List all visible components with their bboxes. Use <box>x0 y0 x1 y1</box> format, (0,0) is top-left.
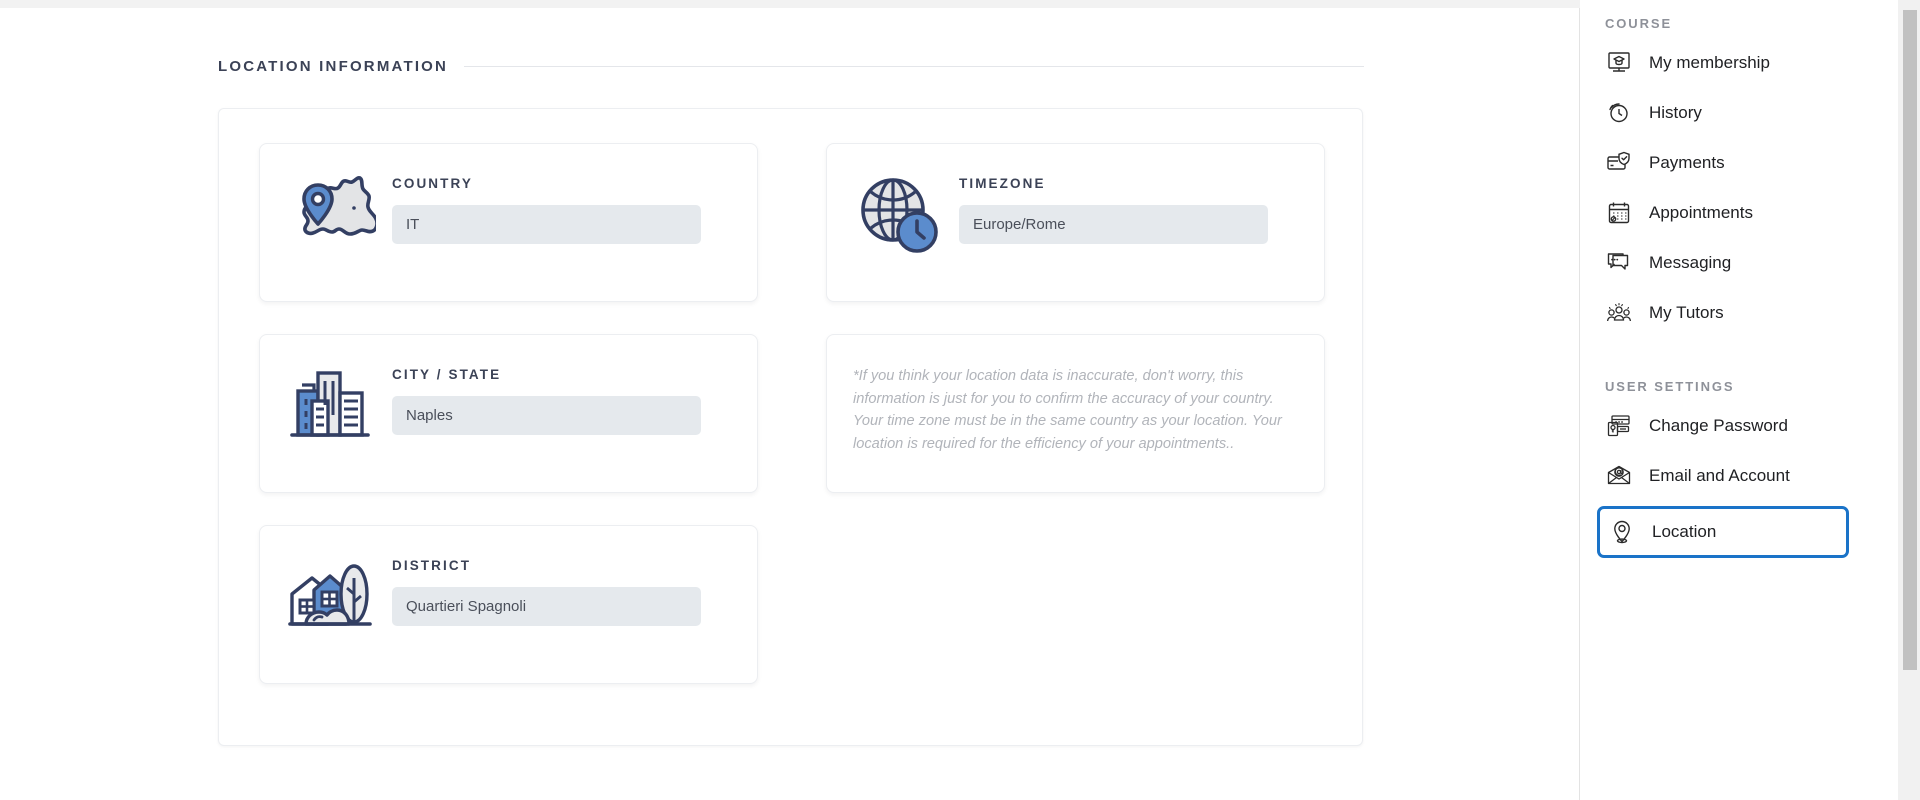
chat-bubble-icon <box>1605 249 1633 277</box>
sidebar-item-label: Messaging <box>1649 253 1732 272</box>
map-pin-country-icon <box>278 162 382 266</box>
city-state-field: CITY / STATE Naples <box>382 353 735 435</box>
timezone-input[interactable]: Europe/Rome <box>959 205 1268 244</box>
sidebar-item-label: History <box>1649 103 1702 122</box>
country-input[interactable]: IT <box>392 205 701 244</box>
location-information-panel: COUNTRY IT TIMEZONE Europe/Rome CITY / S… <box>218 108 1363 746</box>
sidebar-item-label: My Tutors <box>1649 303 1724 322</box>
sidebar-group-title-course: COURSE <box>1605 16 1673 31</box>
sidebar-group-title-user-settings: USER SETTINGS <box>1605 379 1735 394</box>
monitor-graduation-icon <box>1605 49 1633 77</box>
people-group-icon <box>1605 299 1633 327</box>
sidebar-item-my-tutors[interactable]: My Tutors <box>1601 293 1889 333</box>
timezone-field: TIMEZONE Europe/Rome <box>949 162 1302 244</box>
clock-history-icon <box>1605 99 1633 127</box>
timezone-card: TIMEZONE Europe/Rome <box>826 143 1325 302</box>
sidebar-item-label: Location <box>1652 522 1717 541</box>
house-tree-district-icon <box>278 544 382 648</box>
envelope-at-icon <box>1605 462 1633 490</box>
globe-clock-timezone-icon <box>845 162 949 266</box>
sidebar-item-my-membership[interactable]: My membership <box>1601 43 1889 83</box>
page-scrollbar-thumb[interactable] <box>1903 10 1917 670</box>
district-card: DISTRICT Quartieri Spagnoli <box>259 525 758 684</box>
city-state-label: CITY / STATE <box>392 367 502 382</box>
location-cards-grid: COUNTRY IT TIMEZONE Europe/Rome CITY / S… <box>259 143 1325 684</box>
city-buildings-icon <box>278 353 382 457</box>
card-shield-check-icon <box>1605 149 1633 177</box>
district-field: DISTRICT Quartieri Spagnoli <box>382 544 735 626</box>
section-divider <box>464 66 1364 67</box>
location-settings-page: LOCATION INFORMATION COUNTRY IT TIMEZONE… <box>0 0 1920 800</box>
top-strip <box>0 0 1580 8</box>
district-input[interactable]: Quartieri Spagnoli <box>392 587 701 626</box>
country-card: COUNTRY IT <box>259 143 758 302</box>
sidebar-item-label: Change Password <box>1649 416 1788 435</box>
country-label: COUNTRY <box>392 176 473 191</box>
sidebar-item-location[interactable]: Location <box>1597 506 1849 558</box>
note-text: *If you think your location data is inac… <box>853 368 1282 452</box>
location-accuracy-note: *If you think your location data is inac… <box>826 334 1325 493</box>
sidebar-item-label: My membership <box>1649 53 1770 72</box>
calendar-icon <box>1605 199 1633 227</box>
settings-sidebar: COURSE My membership History Payments Ap… <box>1581 0 1901 800</box>
page-title: LOCATION INFORMATION <box>218 58 449 75</box>
city-state-input[interactable]: Naples <box>392 396 701 435</box>
sidebar-item-label: Payments <box>1649 153 1725 172</box>
sidebar-item-history[interactable]: History <box>1601 93 1889 133</box>
main-content: LOCATION INFORMATION COUNTRY IT TIMEZONE… <box>0 8 1580 800</box>
sidebar-item-messaging[interactable]: Messaging <box>1601 243 1889 283</box>
timezone-label: TIMEZONE <box>959 176 1046 191</box>
section-header: LOCATION INFORMATION <box>218 58 1364 75</box>
city-state-card: CITY / STATE Naples <box>259 334 758 493</box>
sidebar-item-change-password[interactable]: Change Password <box>1601 406 1889 446</box>
sidebar-item-payments[interactable]: Payments <box>1601 143 1889 183</box>
page-scrollbar-track[interactable] <box>1898 0 1920 800</box>
sidebar-item-email-and-account[interactable]: Email and Account <box>1601 456 1889 496</box>
sidebar-group-spacer <box>1581 343 1901 371</box>
sidebar-item-label: Email and Account <box>1649 466 1790 485</box>
password-form-icon <box>1605 412 1633 440</box>
sidebar-item-label: Appointments <box>1649 203 1753 222</box>
location-pin-icon <box>1608 518 1636 546</box>
sidebar-item-appointments[interactable]: Appointments <box>1601 193 1889 233</box>
district-label: DISTRICT <box>392 558 472 573</box>
country-field: COUNTRY IT <box>382 162 735 244</box>
